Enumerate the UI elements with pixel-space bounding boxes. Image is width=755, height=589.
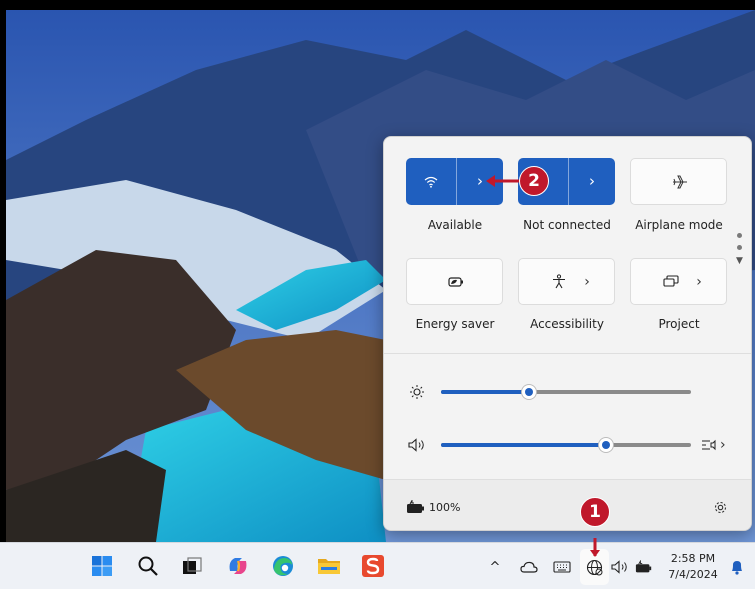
notifications-button[interactable]	[728, 558, 746, 576]
airplane-mode-tile[interactable]	[630, 158, 727, 205]
chevron-right-icon: ›	[477, 172, 483, 190]
onedrive-tray-button[interactable]	[520, 558, 538, 576]
bluetooth-expand-button[interactable]: ›	[569, 158, 615, 205]
brightness-slider-thumb[interactable]	[522, 385, 536, 399]
accessibility-tile[interactable]: ›	[518, 258, 615, 305]
page-indicator[interactable]: ▼	[736, 233, 744, 266]
clock-time: 2:58 PM	[670, 552, 716, 565]
volume-tray-button[interactable]	[611, 558, 629, 576]
show-hidden-icons-button[interactable]: ^	[486, 558, 504, 576]
start-button[interactable]	[90, 554, 114, 578]
chevron-up-icon: ^	[489, 559, 501, 575]
project-icon	[663, 275, 679, 287]
project-label: Project	[658, 317, 700, 331]
chevron-right-icon: ›	[589, 172, 595, 190]
keyboard-icon	[553, 561, 571, 573]
keyboard-tray-button[interactable]	[553, 558, 571, 576]
volume-slider-thumb[interactable]	[599, 438, 613, 452]
search-icon	[138, 556, 158, 576]
energy-saver-icon	[447, 276, 463, 287]
chevron-right-icon: ›	[584, 273, 590, 290]
battery-icon	[635, 560, 652, 573]
quick-settings-flyout: › Available › Not connected Airplane mod…	[383, 136, 752, 531]
edge-button[interactable]	[271, 554, 295, 578]
audio-output-icon	[702, 439, 716, 451]
energy-saver-label: Energy saver	[415, 317, 495, 331]
volume-slider-row: ›	[406, 435, 726, 455]
copilot-button[interactable]	[226, 554, 250, 578]
quick-settings-footer: 100%	[384, 479, 751, 530]
globe-network-icon	[586, 559, 602, 575]
chevron-right-icon: ›	[720, 437, 726, 453]
audio-output-button[interactable]: ›	[701, 435, 731, 455]
battery-charging-icon	[407, 500, 424, 513]
file-explorer-button[interactable]	[317, 554, 341, 578]
wifi-toggle[interactable]	[406, 158, 456, 205]
battery-tray-button[interactable]	[635, 558, 653, 576]
wifi-tile-label: Available	[427, 218, 483, 232]
wifi-icon	[424, 176, 438, 188]
speaker-icon	[611, 560, 627, 574]
callout-1: 1	[580, 497, 610, 527]
accessibility-label: Accessibility	[530, 317, 604, 331]
chevron-down-icon: ▼	[736, 256, 743, 266]
search-button[interactable]	[136, 554, 160, 578]
task-view-icon	[183, 557, 202, 574]
store-app-button[interactable]	[361, 554, 385, 578]
brightness-icon	[410, 385, 424, 399]
chevron-right-icon: ›	[696, 273, 702, 290]
battery-percentage: 100%	[429, 501, 461, 514]
airplane-icon	[672, 175, 687, 188]
taskbar: ^ 2:58 PM 7/4/2024	[0, 542, 755, 589]
network-tray-button[interactable]	[585, 558, 603, 576]
settings-gear-icon[interactable]	[713, 500, 728, 515]
accessibility-icon	[553, 274, 565, 289]
copilot-icon	[229, 558, 247, 574]
file-explorer-icon	[318, 559, 340, 574]
callout-2: 2	[519, 166, 549, 196]
project-tile[interactable]: ›	[630, 258, 727, 305]
bell-icon	[732, 561, 742, 575]
clock-button[interactable]: 2:58 PM 7/4/2024	[666, 551, 720, 583]
airplane-tile-label: Airplane mode	[635, 218, 723, 232]
callout-2-pointer	[486, 175, 522, 187]
clock-date: 7/4/2024	[668, 568, 718, 581]
brightness-slider-row	[406, 382, 726, 402]
energy-saver-tile[interactable]	[406, 258, 503, 305]
bluetooth-tile-label: Not connected	[523, 218, 611, 232]
store-icon	[362, 555, 384, 577]
task-view-button[interactable]	[180, 554, 204, 578]
volume-icon	[408, 438, 424, 452]
start-icon	[92, 556, 112, 576]
edge-icon	[273, 556, 293, 576]
cloud-icon	[520, 561, 538, 573]
